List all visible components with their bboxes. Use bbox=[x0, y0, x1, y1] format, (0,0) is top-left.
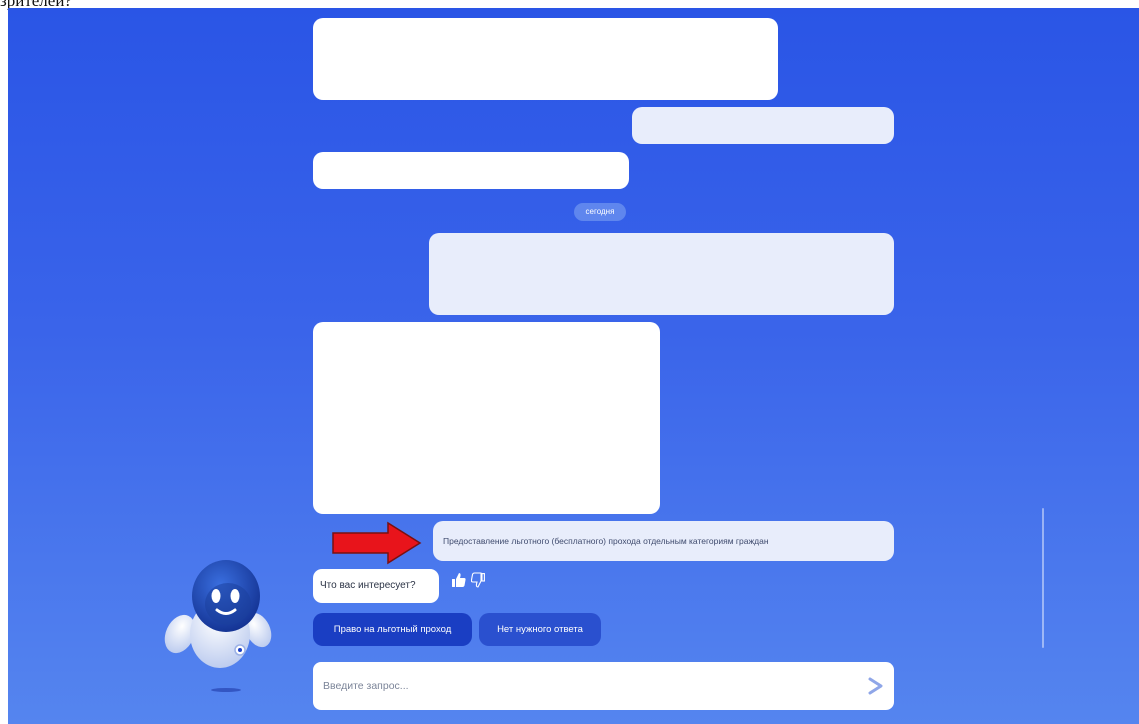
user-message-bubble bbox=[632, 107, 894, 144]
bot-message-bubble bbox=[313, 322, 660, 514]
quick-reply-button[interactable]: Нет нужного ответа bbox=[479, 613, 601, 646]
red-arrow-annotation bbox=[332, 521, 422, 565]
thumbs-down-icon[interactable] bbox=[471, 572, 485, 588]
send-arrow-icon[interactable] bbox=[866, 677, 884, 695]
user-message-bubble: Предоставление льготного (бесплатного) п… bbox=[433, 521, 894, 561]
bot-message-bubble bbox=[313, 152, 629, 189]
quick-reply-button[interactable]: Право на льготный проход bbox=[313, 613, 472, 646]
bot-question-bubble: Что вас интересует? bbox=[313, 569, 439, 603]
chat-window: сегодня Предоставление льготного (беспла… bbox=[8, 8, 1139, 724]
date-separator: сегодня bbox=[574, 203, 626, 221]
message-input[interactable]: Введите запрос... bbox=[313, 662, 894, 710]
input-placeholder: Введите запрос... bbox=[323, 680, 409, 692]
user-message-bubble bbox=[429, 233, 894, 315]
scrollbar[interactable] bbox=[1042, 508, 1044, 648]
robot-mascot-icon bbox=[164, 560, 272, 692]
thumbs-up-icon[interactable] bbox=[452, 572, 466, 588]
bot-message-bubble bbox=[313, 18, 778, 100]
